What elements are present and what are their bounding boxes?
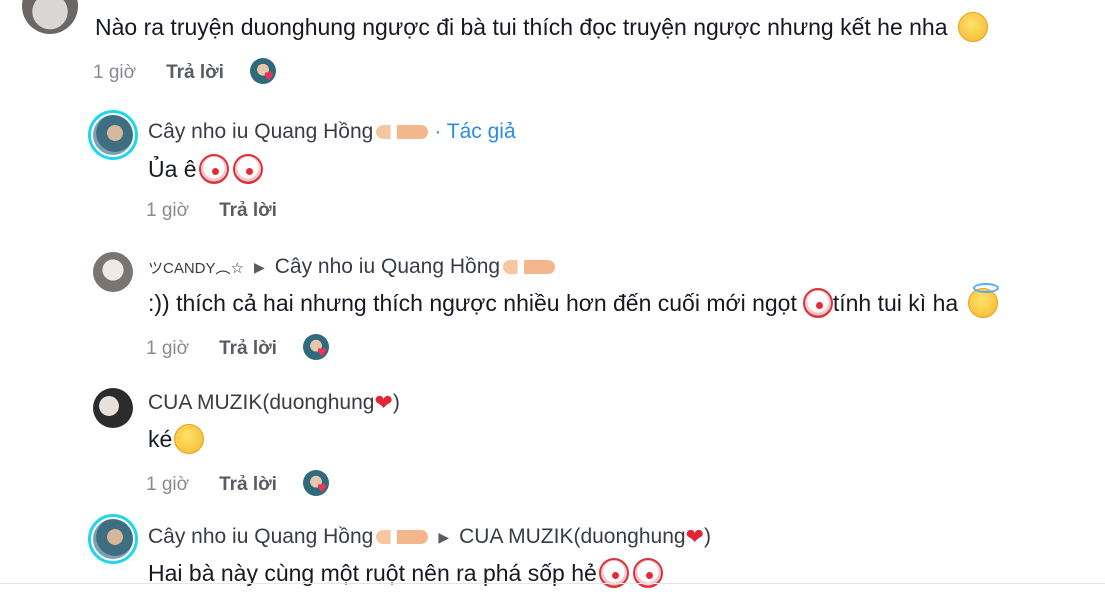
reply-to-user[interactable]: Cây nho iu Quang Hồng bbox=[275, 255, 500, 279]
author-tag: · Tác giả bbox=[434, 120, 516, 143]
clown-face-icon bbox=[198, 154, 229, 184]
pointing-hands-icon bbox=[503, 260, 556, 274]
author-liked-icon: ♥ bbox=[302, 334, 333, 364]
heart-icon: ❤ bbox=[685, 524, 704, 549]
grinning-squinting-face-icon bbox=[174, 424, 205, 454]
reply-author[interactable]: CUA MUZIK(duonghung ❤ ) bbox=[148, 390, 400, 416]
reply-arrow-icon: ▶ bbox=[438, 528, 450, 545]
heart-icon: ❤ bbox=[374, 390, 393, 415]
author-avatar[interactable] bbox=[88, 110, 138, 160]
reply-to-user[interactable]: CUA MUZIK(duonghung bbox=[459, 525, 685, 549]
reply-button[interactable]: Trả lời bbox=[219, 200, 277, 222]
reply-time: 1 giờ bbox=[146, 338, 190, 359]
author-avatar[interactable] bbox=[88, 514, 138, 564]
reply-time: 1 giờ bbox=[146, 474, 190, 495]
reply-meta: 1 giờ Trả lời ♥ bbox=[146, 470, 333, 500]
reply-author[interactable]: Cây nho iu Quang Hồng ▶ CUA MUZIK(duongh… bbox=[148, 524, 711, 550]
clown-face-icon bbox=[232, 154, 263, 184]
pointing-hands-icon bbox=[376, 530, 429, 544]
avatar[interactable] bbox=[22, 0, 78, 34]
reply-author[interactable]: ツCANDY︵☆ ▶ Cây nho iu Quang Hồng bbox=[148, 255, 556, 279]
reply-text: Ủa ê bbox=[148, 154, 263, 184]
comment-text: Nào ra truyện duonghung ngược đi bà tui … bbox=[95, 12, 988, 42]
clown-face-icon bbox=[802, 288, 833, 318]
reply-meta: 1 giờ Trả lời bbox=[146, 200, 277, 222]
smiling-face-with-hearts-icon bbox=[957, 12, 988, 42]
smiling-face-with-halo-icon bbox=[968, 283, 1000, 318]
reply-time: 1 giờ bbox=[146, 200, 190, 221]
comment-time: 1 giờ bbox=[93, 62, 137, 83]
avatar[interactable] bbox=[93, 252, 133, 292]
pointing-hands-icon bbox=[376, 125, 429, 139]
author-liked-icon: ♥ bbox=[302, 470, 333, 500]
reply-text: :)) thích cả hai nhưng thích ngược nhiều… bbox=[148, 283, 1000, 318]
comment-meta: 1 giờ Trả lời ♥ bbox=[93, 58, 280, 88]
reply-meta: 1 giờ Trả lời ♥ bbox=[146, 334, 333, 364]
reply-button[interactable]: Trả lời bbox=[219, 338, 277, 360]
reply-button[interactable]: Trả lời bbox=[166, 62, 224, 84]
bottom-divider bbox=[0, 583, 1105, 584]
avatar[interactable] bbox=[93, 388, 133, 428]
reply-author[interactable]: Cây nho iu Quang Hồng · Tác giả bbox=[148, 120, 516, 144]
reply-arrow-icon: ▶ bbox=[253, 258, 265, 275]
reply-button[interactable]: Trả lời bbox=[219, 474, 277, 496]
reply-text: ké bbox=[148, 424, 205, 454]
author-liked-icon: ♥ bbox=[249, 58, 280, 88]
